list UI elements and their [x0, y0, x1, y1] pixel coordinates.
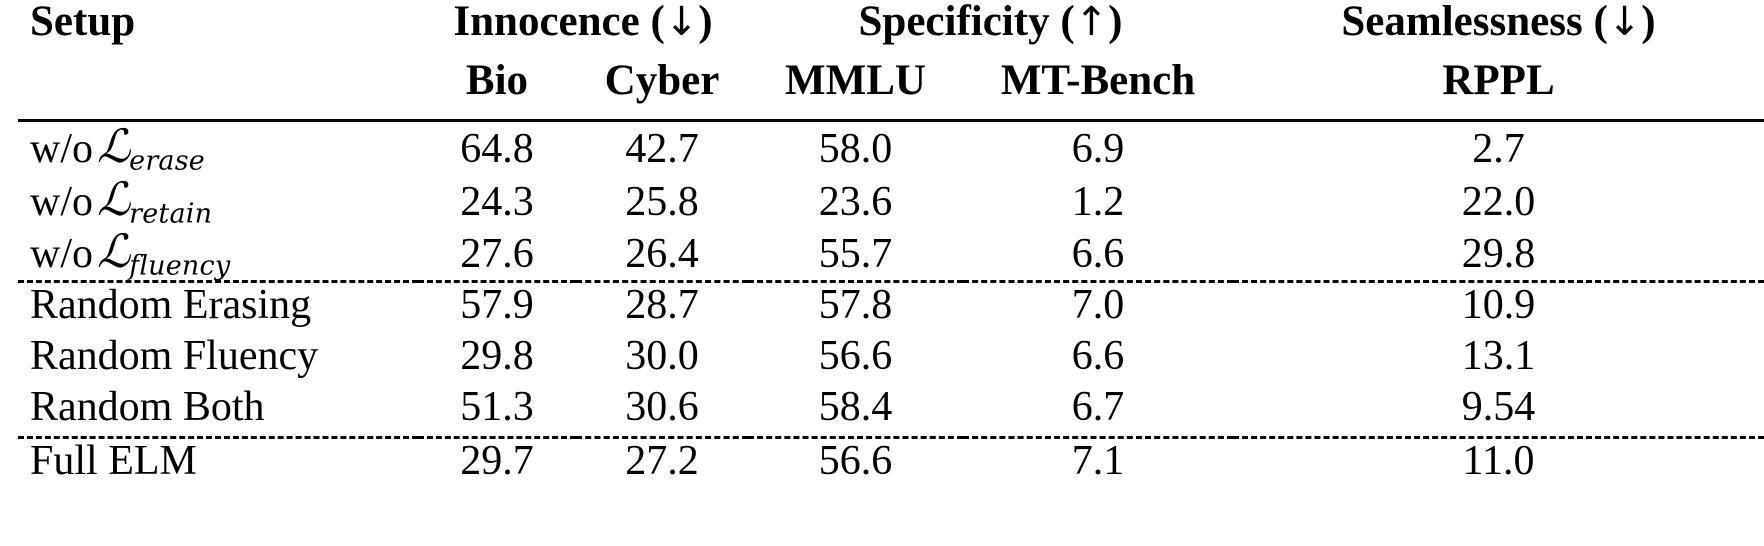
cell-rppl: 22.0	[1461, 178, 1536, 225]
table-row: Random Both 51.3 30.6 58.4 6.7 9.54	[18, 385, 1764, 436]
column-group-innocence-label: Innocence	[453, 0, 640, 45]
cell-rppl: 29.8	[1461, 231, 1536, 278]
table-row: Random Fluency 29.8 30.0 56.6 6.6 13.1	[18, 334, 1764, 385]
cell-cyber: 30.6	[625, 383, 699, 430]
cell-mt-bench: 6.9	[1071, 126, 1125, 172]
row-label-prefix: w/o	[30, 231, 93, 278]
cell-rppl: 9.54	[1461, 383, 1536, 430]
table-row: Full ELM 29.7 27.2 56.6 7.1 11.0	[18, 437, 1764, 490]
column-header-rppl: RPPL	[1442, 57, 1555, 104]
column-header-mt-bench: MT-Bench	[1000, 57, 1196, 104]
column-group-setup-label: Setup	[30, 0, 136, 45]
arrow-down-icon: ↓	[1607, 0, 1642, 45]
row-label-cell: Random Both	[30, 383, 265, 430]
cell-bio: 24.3	[460, 178, 534, 225]
cell-mt-bench: 1.2	[1071, 178, 1125, 225]
table-row: Random Erasing 57.9 28.7 57.8 7.0 10.9	[18, 281, 1764, 334]
cell-mt-bench: 6.6	[1071, 231, 1125, 278]
row-label-subscript: erase	[129, 145, 205, 177]
cell-bio: 27.6	[460, 231, 534, 278]
loss-symbol-icon: ℒ	[97, 171, 130, 226]
table-body: w/oℒerase 64.8 42.7 58.0 6.9 2.7 w/oℒret…	[18, 121, 1764, 490]
table-row: w/oℒfluency 27.6 26.4 55.7 6.6 29.8	[18, 227, 1764, 280]
paren-close: )	[1108, 0, 1123, 45]
cell-mt-bench: 7.0	[1071, 281, 1125, 328]
cell-cyber: 25.8	[625, 178, 699, 225]
arrow-down-icon: ↓	[664, 0, 699, 45]
cell-rppl: 11.0	[1462, 437, 1535, 484]
paren-open: (	[1593, 0, 1608, 45]
row-label-cell: Full ELM	[30, 437, 197, 484]
ablation-results-table: Setup Innocence (↓) Specificity (↑) Seam…	[18, 0, 1764, 490]
cell-bio: 51.3	[460, 383, 534, 430]
cell-cyber: 28.7	[625, 281, 699, 328]
column-group-innocence: Innocence (↓)	[418, 0, 748, 59]
column-header-cyber: Cyber	[604, 57, 720, 104]
column-group-setup: Setup	[18, 0, 418, 59]
paren-open: (	[1060, 0, 1075, 45]
cell-mmlu: 58.0	[818, 126, 893, 172]
row-label-cell: w/oℒfluency	[18, 227, 418, 280]
cell-rppl: 13.1	[1461, 332, 1536, 379]
cell-mmlu: 23.6	[818, 178, 893, 225]
cell-rppl: 2.7	[1472, 126, 1525, 172]
loss-symbol-icon: ℒ	[97, 119, 130, 173]
column-group-seamlessness: Seamlessness (↓)	[1233, 0, 1764, 59]
table-row: w/oℒerase 64.8 42.7 58.0 6.9 2.7	[18, 121, 1764, 175]
column-group-seamlessness-label: Seamlessness	[1341, 0, 1583, 45]
cell-mt-bench: 6.7	[1071, 383, 1125, 430]
cell-cyber: 26.4	[625, 231, 699, 278]
table-row: w/oℒretain 24.3 25.8 23.6 1.2 22.0	[18, 175, 1764, 228]
table-header: Setup Innocence (↓) Specificity (↑) Seam…	[18, 0, 1764, 122]
row-label-cell: w/oℒerase	[18, 121, 418, 175]
column-group-header-row: Setup Innocence (↓) Specificity (↑) Seam…	[18, 0, 1764, 59]
column-header-bio: Bio	[465, 57, 529, 104]
column-header-setup-spacer	[18, 59, 418, 119]
cell-mt-bench: 7.1	[1071, 437, 1125, 484]
cell-cyber: 30.0	[625, 332, 699, 379]
paren-close: )	[698, 0, 713, 45]
column-header-mmlu: MMLU	[785, 57, 926, 104]
row-label-subscript: fluency	[129, 250, 231, 282]
column-group-specificity-label: Specificity	[858, 0, 1050, 45]
column-subheader-row: Bio Cyber MMLU MT-Bench RPPL	[18, 59, 1764, 119]
cell-bio: 29.8	[460, 332, 534, 379]
arrow-up-icon: ↑	[1074, 0, 1109, 45]
row-label-prefix: w/o	[30, 178, 93, 225]
row-label-cell: Random Fluency	[30, 332, 319, 379]
cell-mt-bench: 6.6	[1071, 332, 1125, 379]
cell-mmlu: 56.6	[818, 332, 893, 379]
row-label-prefix: w/o	[30, 126, 93, 172]
cell-cyber: 27.2	[625, 437, 699, 484]
cell-cyber: 42.7	[625, 126, 699, 172]
cell-mmlu: 57.8	[818, 281, 893, 328]
loss-symbol-icon: ℒ	[97, 224, 130, 279]
ablation-results-table-container: Setup Innocence (↓) Specificity (↑) Seam…	[0, 0, 1764, 546]
column-group-specificity: Specificity (↑)	[748, 0, 1233, 59]
row-label-cell: w/oℒretain	[18, 175, 418, 228]
cell-bio: 29.7	[460, 437, 534, 484]
cell-rppl: 10.9	[1461, 281, 1536, 328]
cell-bio: 57.9	[460, 281, 534, 328]
cell-mmlu: 56.6	[818, 437, 893, 484]
row-label-cell: Random Erasing	[30, 281, 312, 328]
cell-bio: 64.8	[460, 126, 534, 172]
paren-close: )	[1641, 0, 1656, 45]
row-label-subscript: retain	[129, 198, 213, 230]
paren-open: (	[650, 0, 665, 45]
cell-mmlu: 58.4	[818, 383, 893, 430]
cell-mmlu: 55.7	[818, 231, 893, 278]
